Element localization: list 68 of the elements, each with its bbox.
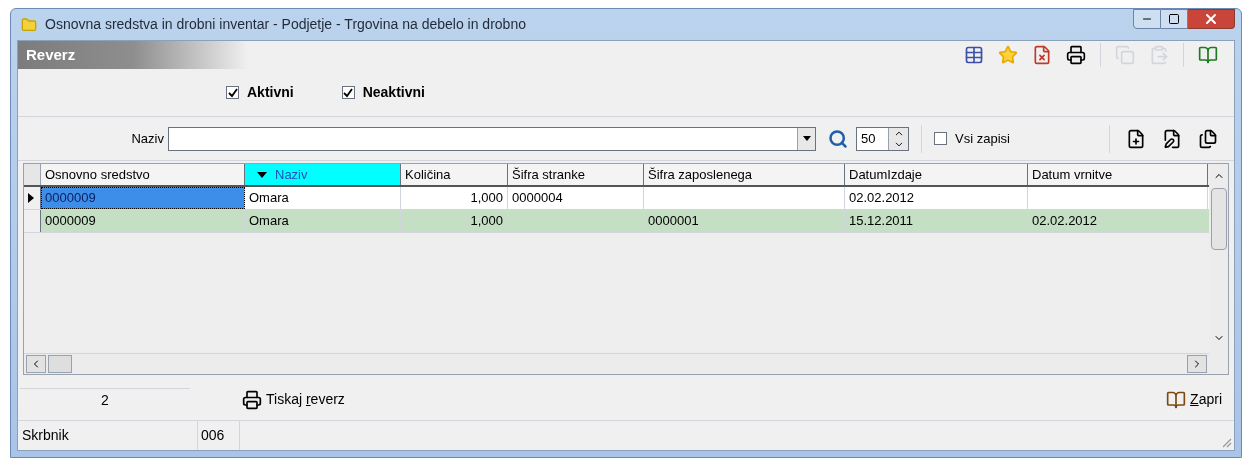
table-cell-text: 1,000 <box>470 212 503 231</box>
close-icon <box>1203 11 1219 27</box>
name-combobox[interactable] <box>168 126 816 151</box>
printer-icon[interactable] <box>1066 45 1086 65</box>
book-icon[interactable] <box>1198 45 1218 65</box>
checkbox[interactable] <box>341 86 355 99</box>
close-form-button[interactable]: Zapri <box>1166 389 1222 410</box>
checkbox-label: Vsi zapisi <box>955 129 1010 148</box>
resize-grip-icon[interactable] <box>1220 436 1232 448</box>
table-row[interactable]: 0000009 Omara 1,000 0000004 02.02.2012 <box>24 187 1209 210</box>
column-header[interactable]: Šifra zaposlenega <box>644 164 845 185</box>
field-label: Naziv <box>130 129 165 148</box>
edit-document-icon[interactable] <box>1162 128 1182 149</box>
count-spinner[interactable]: 50 <box>856 126 909 151</box>
column-header[interactable]: Datum vrnitve <box>1028 164 1208 185</box>
table-cell-text: 0000004 <box>512 189 563 208</box>
edit-multiple-icon[interactable] <box>1198 128 1218 149</box>
table-cell-text: 0000001 <box>648 212 699 231</box>
new-document-icon[interactable] <box>1126 128 1146 149</box>
checkbox-label: Aktivni <box>247 83 294 102</box>
spinner-value: 50 <box>860 129 877 148</box>
column-header[interactable]: Osnovno sredstvo <box>41 164 245 185</box>
column-title: DatumIzdaje <box>849 165 922 184</box>
column-title: Osnovno sredstvo <box>45 165 150 184</box>
table-cell-text: 02.02.2012 <box>849 189 915 208</box>
horizontal-scrollbar[interactable] <box>24 353 1209 374</box>
checkbox[interactable] <box>934 132 947 145</box>
star-icon[interactable] <box>998 45 1018 65</box>
status-user: Skrbnik <box>18 421 198 450</box>
column-title: Šifra stranke <box>512 165 585 184</box>
row-pointer-icon <box>28 193 34 203</box>
table-cell-text: 1,000 <box>470 189 503 208</box>
status-code: 006 <box>198 421 240 450</box>
table-cell-text: 0000009 <box>45 189 96 208</box>
record-count: 2 <box>20 387 190 412</box>
delete-file-icon[interactable] <box>1032 45 1052 65</box>
column-header[interactable]: Količina <box>401 164 508 185</box>
window-title: Osnovna sredstva in drobni inventar - Podjetje - Trgovina na debelo in drobno <box>45 15 526 34</box>
column-header[interactable]: Naziv <box>245 164 401 185</box>
column-header[interactable]: Šifra stranke <box>508 164 644 185</box>
maximize-button[interactable] <box>1161 9 1188 29</box>
table-cell-text: Omara <box>249 189 289 208</box>
table-cell-text: 15.12.2011 <box>849 212 914 231</box>
panel-title: Reverz <box>26 44 76 65</box>
column-header[interactable]: DatumIzdaje <box>845 164 1028 185</box>
print-button[interactable]: Tiskaj reverz <box>242 389 345 410</box>
minimize-button[interactable] <box>1133 9 1161 29</box>
column-title: Datum vrnitve <box>1032 165 1113 184</box>
search-icon[interactable] <box>828 128 848 149</box>
checkbox-label: Neaktivni <box>362 83 425 102</box>
table-cell-text: 0000009 <box>45 212 96 231</box>
printer-icon <box>242 389 262 410</box>
column-title: Šifra zaposlenega <box>648 165 753 184</box>
table-row[interactable]: 0000009 Omara 1,000 0000001 15.12.2011 02.02.2012 <box>24 210 1209 233</box>
book-icon <box>1166 389 1187 410</box>
dropdown-icon[interactable] <box>797 127 815 150</box>
column-title: Naziv <box>275 165 308 184</box>
table-icon[interactable] <box>964 45 984 65</box>
column-title: Količina <box>405 165 451 184</box>
scroll-thumb[interactable] <box>48 355 72 373</box>
scroll-thumb[interactable] <box>1210 188 1227 250</box>
sort-icon <box>257 171 267 178</box>
close-button[interactable] <box>1188 9 1235 29</box>
table-cell-text: Omara <box>249 212 289 231</box>
checkbox[interactable] <box>226 86 239 99</box>
maximize-icon <box>1168 13 1180 25</box>
table-cell-text: 02.02.2012 <box>1032 212 1098 231</box>
app-icon <box>21 16 37 33</box>
